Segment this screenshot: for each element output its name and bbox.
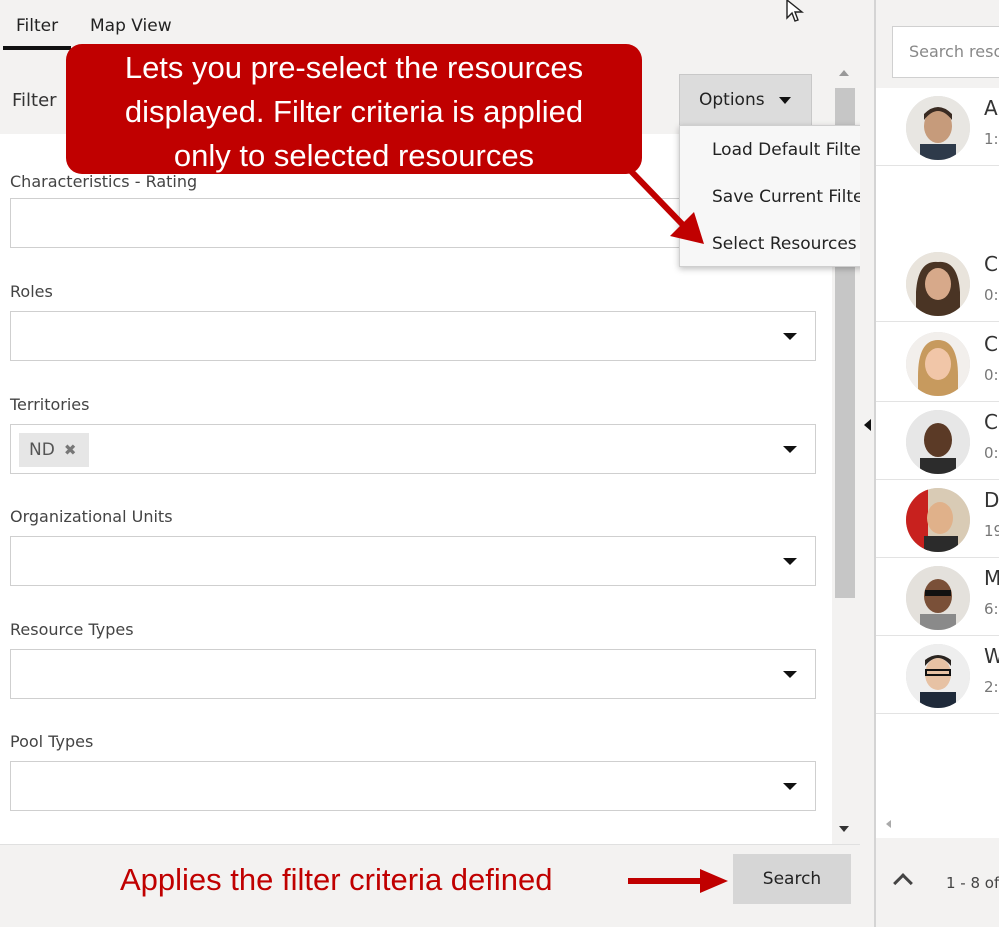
caret-down-icon bbox=[778, 96, 791, 104]
mouse-cursor-icon bbox=[786, 0, 804, 22]
resource-list-panel: Search resources A 1: C 0: C 0: bbox=[876, 0, 999, 927]
chevron-down-icon[interactable] bbox=[783, 558, 797, 565]
resource-types-select[interactable] bbox=[10, 649, 816, 699]
chevron-down-icon[interactable] bbox=[783, 783, 797, 790]
close-icon[interactable]: ✖ bbox=[64, 441, 77, 459]
roles-select[interactable] bbox=[10, 311, 816, 361]
list-item[interactable]: A 1: bbox=[876, 88, 999, 166]
avatar bbox=[906, 566, 970, 630]
resource-meta: 2: bbox=[984, 678, 999, 696]
pool-types-label: Pool Types bbox=[10, 732, 94, 751]
collapse-left-icon[interactable] bbox=[864, 419, 871, 431]
resource-types-label: Resource Types bbox=[10, 620, 134, 639]
chevron-down-icon[interactable] bbox=[783, 446, 797, 453]
tab-map-view[interactable]: Map View bbox=[90, 16, 172, 36]
pool-types-select[interactable] bbox=[10, 761, 816, 811]
resource-name: M bbox=[984, 566, 999, 590]
resource-name: D bbox=[984, 488, 999, 512]
list-item[interactable]: D 19 bbox=[876, 480, 999, 558]
resource-name: C bbox=[984, 332, 998, 356]
list-item[interactable]: C 0: bbox=[876, 244, 999, 322]
territory-chip[interactable]: ND ✖ bbox=[19, 433, 89, 467]
avatar bbox=[906, 488, 970, 552]
chevron-down-icon[interactable] bbox=[783, 333, 797, 340]
search-button[interactable]: Search bbox=[733, 854, 851, 904]
active-tab-indicator bbox=[3, 46, 71, 50]
annotation-applies-text: Applies the filter criteria defined bbox=[120, 862, 553, 897]
callout-line: Lets you pre-select the resources bbox=[124, 50, 584, 85]
list-item[interactable]: C 0: bbox=[876, 402, 999, 480]
pager-count: 1 - 8 of bbox=[946, 874, 999, 892]
list-item[interactable]: M 6: bbox=[876, 558, 999, 636]
avatar bbox=[906, 252, 970, 316]
options-label: Options bbox=[699, 90, 765, 110]
chip-label: ND bbox=[29, 440, 55, 460]
avatar bbox=[906, 644, 970, 708]
resource-meta: 0: bbox=[984, 366, 999, 384]
resource-meta: 1: bbox=[984, 130, 999, 148]
resource-name: W bbox=[984, 644, 999, 668]
resource-list: A 1: C 0: C 0: C 0: D 19 M 6: W 2: bbox=[876, 88, 999, 838]
scroll-up-icon[interactable] bbox=[839, 70, 849, 76]
resource-name: A bbox=[984, 96, 998, 120]
filter-title: Filter bbox=[12, 90, 57, 111]
avatar bbox=[906, 332, 970, 396]
resource-pager: 1 - 8 of bbox=[876, 840, 999, 927]
list-item[interactable]: W 2: bbox=[876, 636, 999, 714]
resource-meta: 0: bbox=[984, 286, 999, 304]
resource-meta: 6: bbox=[984, 600, 999, 618]
territories-select[interactable]: ND ✖ bbox=[10, 424, 816, 474]
scroll-down-icon[interactable] bbox=[839, 826, 849, 832]
org-units-select[interactable] bbox=[10, 536, 816, 586]
avatar bbox=[906, 96, 970, 160]
chevron-up-icon[interactable] bbox=[893, 873, 913, 893]
avatar bbox=[906, 410, 970, 474]
list-item[interactable]: C 0: bbox=[876, 324, 999, 402]
resource-search-input[interactable]: Search resources bbox=[892, 26, 999, 78]
resource-name: C bbox=[984, 252, 998, 276]
resource-meta: 0: bbox=[984, 444, 999, 462]
menu-item-select-resources[interactable]: Select Resources bbox=[712, 234, 857, 254]
options-button[interactable]: Options bbox=[679, 74, 812, 126]
resource-search-area: Search resources bbox=[876, 0, 999, 88]
annotation-callout: Lets you pre-select the resources displa… bbox=[66, 44, 642, 174]
territories-label: Territories bbox=[10, 395, 90, 414]
resource-meta: 19 bbox=[984, 522, 999, 540]
callout-line: displayed. Filter criteria is applied bbox=[124, 94, 584, 129]
chevron-down-icon[interactable] bbox=[783, 671, 797, 678]
scroll-left-icon[interactable] bbox=[886, 820, 891, 828]
callout-line: only to selected resources bbox=[173, 138, 535, 173]
roles-label: Roles bbox=[10, 282, 53, 301]
tab-filter[interactable]: Filter bbox=[16, 16, 58, 36]
resource-name: C bbox=[984, 410, 998, 434]
org-units-label: Organizational Units bbox=[10, 507, 173, 526]
menu-item-load-default-filters[interactable]: Load Default Filters bbox=[712, 140, 877, 160]
